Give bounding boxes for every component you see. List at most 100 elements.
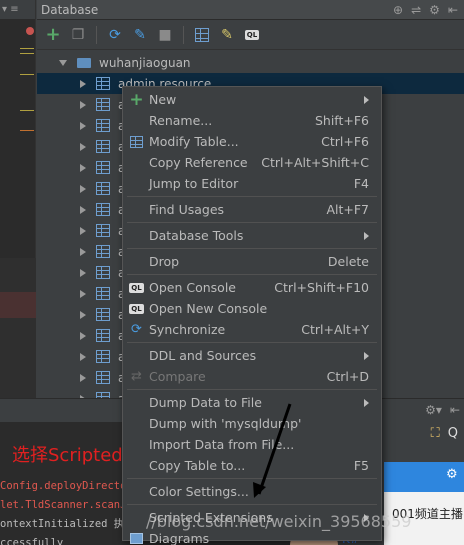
menu-separator (127, 196, 377, 197)
table-icon (96, 350, 110, 363)
schema-label: wuhanjiaoguan (99, 55, 191, 70)
menu-item-modify-table[interactable]: Modify Table... Ctrl+F6 (123, 131, 381, 152)
hide-icon[interactable]: ⇤ (448, 3, 458, 17)
menu-item-find-usages[interactable]: Find Usages Alt+F7 (123, 199, 381, 220)
expand-icon[interactable] (80, 79, 86, 88)
hide-icon[interactable]: ⇤ (450, 403, 460, 417)
menu-shortcut: Ctrl+Shift+F10 (274, 280, 369, 295)
expand-icon[interactable] (80, 100, 86, 109)
menu-separator (127, 248, 377, 249)
menu-item-dump-data-to-file[interactable]: Dump Data to File (123, 392, 381, 413)
menu-separator (127, 389, 377, 390)
console-icon[interactable]: QL (242, 25, 262, 45)
properties-icon[interactable]: ✎ (130, 25, 150, 45)
menu-item-copy-reference[interactable]: Copy Reference Ctrl+Alt+Shift+C (123, 152, 381, 173)
add-icon[interactable]: + (43, 24, 63, 45)
menu-shortcut: F5 (353, 458, 369, 473)
table-editor-icon[interactable] (192, 25, 212, 45)
menu-item-jump-to-editor[interactable]: Jump to Editor F4 (123, 173, 381, 194)
expand-icon[interactable] (80, 289, 86, 298)
edit-icon[interactable]: ✎ (217, 25, 237, 45)
expand-icon[interactable] (80, 226, 86, 235)
expand-icon[interactable] (80, 331, 86, 340)
schema-icon (77, 57, 91, 68)
copy-icon[interactable]: ❐ (68, 25, 88, 45)
gear-icon[interactable]: ⚙▾ (425, 403, 442, 417)
menu-item-label: Rename... (149, 113, 213, 128)
ql-icon: QL (129, 282, 144, 293)
menu-item-color-settings[interactable]: Color Settings... (123, 481, 381, 502)
toolbar-separator (96, 25, 97, 44)
submenu-arrow-icon (364, 95, 369, 104)
menu-item-label: Compare (149, 369, 206, 384)
expand-icon[interactable] (80, 163, 86, 172)
submenu-arrow-icon (364, 351, 369, 360)
schema-node[interactable]: wuhanjiaoguan (37, 52, 464, 73)
menu-item-ddl-and-sources[interactable]: DDL and Sources (123, 345, 381, 366)
table-icon (96, 308, 110, 321)
expand-icon[interactable] (80, 184, 86, 193)
menu-item-compare: ⇄ Compare Ctrl+D (123, 366, 381, 387)
gutter-warning-mark (20, 130, 34, 136)
menu-item-label: Color Settings... (149, 484, 249, 499)
menu-item-label: Jump to Editor (149, 176, 239, 191)
gear-icon[interactable]: ⚙ (429, 3, 440, 17)
menu-item-rename[interactable]: Rename... Shift+F6 (123, 110, 381, 131)
expand-icon[interactable] (80, 121, 86, 130)
expand-icon[interactable] (80, 142, 86, 151)
menu-separator (127, 504, 377, 505)
menu-item-dump-with-mysqldump[interactable]: Dump with 'mysqldump' (123, 413, 381, 434)
expand-icon[interactable] (80, 352, 86, 361)
table-icon (96, 119, 110, 132)
menu-separator (127, 274, 377, 275)
menu-item-synchronize[interactable]: ⟳ Synchronize Ctrl+Alt+Y (123, 319, 381, 340)
globe-icon[interactable]: ⊕ (393, 3, 403, 17)
gutter-warning-mark (20, 48, 34, 54)
table-icon (96, 329, 110, 342)
menu-item-label: Copy Table to... (149, 458, 246, 473)
menu-shortcut: F4 (353, 176, 369, 191)
database-toolbar: + ❐ ⟳ ✎ ■ ✎ QL (37, 20, 464, 50)
menu-separator (127, 222, 377, 223)
menu-shortcut: Shift+F6 (314, 113, 369, 128)
menu-item-label: Database Tools (149, 228, 244, 243)
context-menu: + New Rename... Shift+F6 Modify Table... Ctrl… (122, 86, 382, 545)
collapse-icon[interactable]: ⇌ (411, 3, 421, 17)
menu-item-copy-table-to[interactable]: Copy Table to... F5 (123, 455, 381, 476)
menu-item-new[interactable]: + New (123, 89, 381, 110)
submenu-arrow-icon (364, 398, 369, 407)
menu-item-label: Dump with 'mysqldump' (149, 416, 302, 431)
expand-icon[interactable] (80, 205, 86, 214)
compare-icon: ⇄ (131, 369, 142, 384)
refresh-icon[interactable]: ⟳ (105, 25, 125, 45)
menu-item-open-console[interactable]: QL Open Console Ctrl+Shift+F10 (123, 277, 381, 298)
gutter-warning-mark (20, 110, 34, 116)
expand-icon[interactable] (80, 268, 86, 277)
search-icon[interactable]: Q (448, 426, 458, 441)
menu-shortcut: Delete (327, 254, 369, 269)
database-panel-title: Database (41, 2, 99, 17)
expand-icon[interactable] (80, 373, 86, 382)
table-icon (96, 266, 110, 279)
menu-item-open-new-console[interactable]: QL Open New Console (123, 298, 381, 319)
menu-item-import-data-from-file[interactable]: Import Data from File... (123, 434, 381, 455)
stop-icon[interactable]: ■ (155, 25, 175, 45)
table-icon (96, 182, 110, 195)
gutter-header[interactable]: ▾ ≡ (0, 0, 35, 20)
table-icon (96, 371, 110, 384)
error-marker-icon (26, 27, 34, 35)
table-icon (96, 98, 110, 111)
menu-item-label: Open New Console (149, 301, 268, 316)
tool-icon[interactable]: ⛶ (431, 426, 440, 441)
expand-icon[interactable] (80, 310, 86, 319)
menu-item-database-tools[interactable]: Database Tools (123, 225, 381, 246)
menu-item-drop[interactable]: Drop Delete (123, 251, 381, 272)
table-icon (96, 77, 110, 90)
table-icon (96, 140, 110, 153)
expand-icon[interactable] (59, 59, 67, 66)
toolbar-separator (183, 25, 184, 44)
gear-icon[interactable]: ⚙ (446, 467, 458, 482)
menu-shortcut: Ctrl+Alt+Shift+C (261, 155, 369, 170)
menu-item-label: Import Data from File... (149, 437, 295, 452)
expand-icon[interactable] (80, 247, 86, 256)
